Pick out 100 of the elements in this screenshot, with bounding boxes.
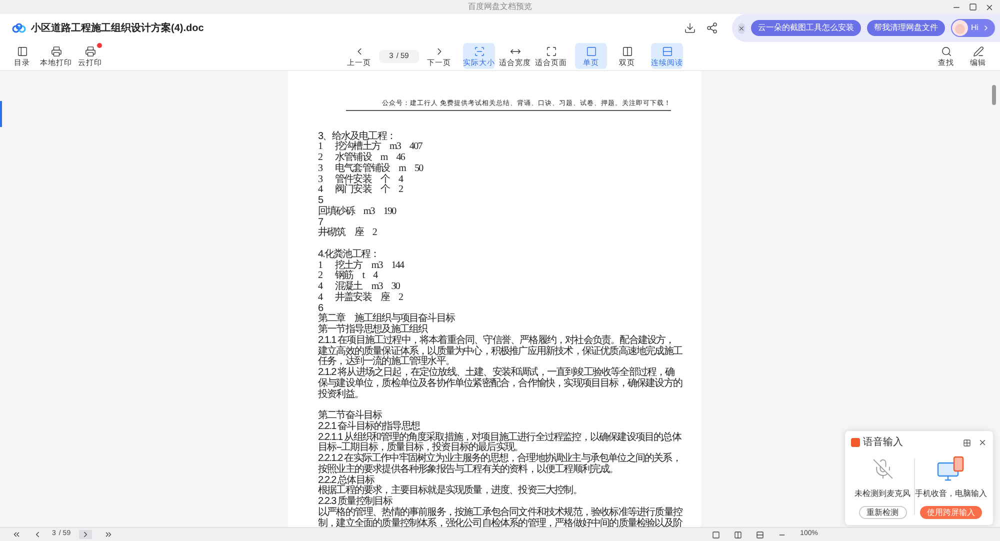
table-cell-text: m <box>380 153 388 163</box>
document-text: 制，建立全面的质量控制体系，强化公司自检体系的管理，严格做好中间的质量检验以及阶 <box>318 518 682 527</box>
document-text: 2.2.2 总体目标 <box>318 476 374 486</box>
table-cell-text: 2 <box>318 153 324 164</box>
table-cell: 座 <box>380 292 390 304</box>
document-text: 4.化粪池工程： <box>318 250 380 260</box>
table-cell: 30 <box>391 282 400 293</box>
table-cell: 46 <box>396 153 404 164</box>
table-cell-text: 4 <box>318 185 324 196</box>
document-text: 任务，达到一流的施工管理水平。 <box>318 357 455 368</box>
document-text: 根据工程的要求，主要目标就是实现质量，进度、投资三大控制。 <box>318 486 582 496</box>
continuous-icon[interactable] <box>756 530 764 538</box>
document-text: 2.2.1.1 从组织和管理的角度采取措施，对项目施工进行全过程监控，以确保建设项目的总体 <box>318 432 681 442</box>
document-text: 建立高效的质量保证体系，以质量为中心，积极推广应用新技术，保证优质高速地完成施工 <box>318 346 682 356</box>
last-page-icon[interactable] <box>104 530 113 539</box>
page-layout-icon <box>586 46 596 57</box>
first-page-icon[interactable] <box>12 530 21 539</box>
continuous-read-icon <box>662 46 672 57</box>
document-text: 按照业主的要求提供各种形象报告与工程有关的资料，以便工程顺利完成。 <box>318 464 618 475</box>
document-text: 第一节指导思想及施工组织 <box>318 325 428 335</box>
table-cell: 回填砂砾 <box>318 206 354 218</box>
panel-title: 语音输入 <box>863 436 903 450</box>
document-text: 5 <box>318 196 323 206</box>
table-cell-text: 4 <box>318 282 324 293</box>
table-cell: 2 <box>398 292 403 304</box>
close-icon[interactable] <box>978 438 987 447</box>
document-text: 7 <box>318 218 323 228</box>
table-cell-text: 4 <box>398 174 403 185</box>
table-cell-text: 挖土方 <box>335 260 362 270</box>
page-layout-icon <box>622 46 632 57</box>
close-icon[interactable] <box>738 22 745 34</box>
close-icon[interactable] <box>985 2 994 12</box>
previous-page-icon[interactable] <box>33 530 42 539</box>
table-cell-text: 钢筋 <box>335 271 354 282</box>
status-text: 未检测到麦克风 <box>854 488 910 500</box>
table-cell: 2 <box>372 228 377 239</box>
document-text: 2.2.3 质量控制目标 <box>318 497 392 507</box>
monitor-phone-icon <box>936 456 966 482</box>
cloudprint-icon <box>84 46 96 57</box>
share-icon[interactable] <box>706 22 718 34</box>
toc-icon <box>16 46 28 57</box>
cloud-logo-icon <box>12 23 26 33</box>
table-cell-text: m3 <box>371 260 382 271</box>
table-cell: 190 <box>383 206 396 218</box>
table-cell-text: 混凝土 <box>335 282 362 292</box>
table-cell-text: 1 <box>318 142 324 153</box>
table-cell-text: t <box>362 271 364 282</box>
table-cell-text: 1 <box>318 260 324 271</box>
sidebar-marker <box>0 101 2 127</box>
single-page-icon[interactable] <box>712 530 720 538</box>
print-icon <box>50 46 62 57</box>
table-cell-text: 4 <box>318 292 324 304</box>
document-text: 保与建设单位，质检单位及各协作单位紧密配合，合作愉快，实现项目目标，确保建设方的 <box>318 378 682 389</box>
fit-mode-icon <box>546 46 556 57</box>
file-name: 小区道路工程施工组织设计方案(4).doc <box>31 21 204 36</box>
double-page-icon[interactable] <box>734 530 742 538</box>
table-cell: 井盖安装 <box>335 292 372 304</box>
document-text: 以严格的管理、热情的事前服务，按施工承包合同文件和技术规范，验收标准等进行质量控 <box>318 508 682 518</box>
table-cell-text: 电气套管铺设 <box>335 164 390 174</box>
table-cell: 阀门安装 <box>335 185 372 196</box>
status-text: 手机收音，电脑输入 <box>915 488 987 500</box>
table-cell: 50 <box>414 164 423 174</box>
edit-icon <box>972 46 984 57</box>
grid-icon[interactable] <box>963 438 971 446</box>
table-cell: 座 <box>354 228 364 239</box>
table-cell-text: 水管铺设 <box>335 153 372 163</box>
document-text: 2.1.1 在项目施工过程中，将本着重合同、守信誉、严格履约，对社会负责。配合建设方， <box>318 336 674 346</box>
microphone-off-icon <box>872 458 894 480</box>
document-text: 2.2.1 奋斗目标的指导思想 <box>318 422 420 432</box>
mascot-icon <box>952 20 968 36</box>
table-cell-text: 3 <box>318 174 324 185</box>
document-text: 6 <box>318 304 323 314</box>
table-cell-text: 个 <box>380 174 390 184</box>
retry-button[interactable]: 重新检测 <box>858 506 906 519</box>
table-cell-text: 管件安装 <box>335 174 372 184</box>
scrollbar <box>992 85 996 105</box>
suggestion-button[interactable]: 帮我清理网盘文件 <box>867 20 945 36</box>
table-cell: 井砌筑 <box>318 228 346 239</box>
fit-mode-icon <box>474 46 484 57</box>
table-cell-text: 2 <box>318 271 324 282</box>
next-page-icon[interactable] <box>78 530 92 539</box>
document-text: 目标--工期目标，质量目标，投资目标的最后实现。 <box>318 443 524 454</box>
document-text: 第二节奋斗目标 <box>318 411 382 421</box>
document-text: 2.2.1.2 在实际工作中牢固树立为业主服务的思想，合理地协调业主与承包单位之间的关系， <box>318 454 681 464</box>
table-cell-text: 3 <box>318 164 324 174</box>
greeting: Hi <box>971 22 979 34</box>
document-text: 第二章 施工组织与项目奋斗目标 <box>318 314 455 324</box>
sogou-logo-icon <box>851 438 860 447</box>
table-cell: m3 <box>363 206 374 218</box>
window-title: 百度网盘文档预览 <box>468 1 532 13</box>
download-icon[interactable] <box>684 22 696 34</box>
table-cell: 4 <box>373 271 378 282</box>
suggestion-button[interactable]: 云一朵的截图工具怎么安装 <box>751 20 861 36</box>
table-cell: 个 <box>380 185 390 196</box>
table-cell: 2 <box>398 185 403 196</box>
document-text: 投资利益。 <box>318 390 364 400</box>
document-text: 3、给水及电工程： <box>318 132 396 142</box>
table-cell: m <box>398 164 406 174</box>
search-icon <box>940 46 952 57</box>
maximize-icon[interactable] <box>969 2 977 10</box>
